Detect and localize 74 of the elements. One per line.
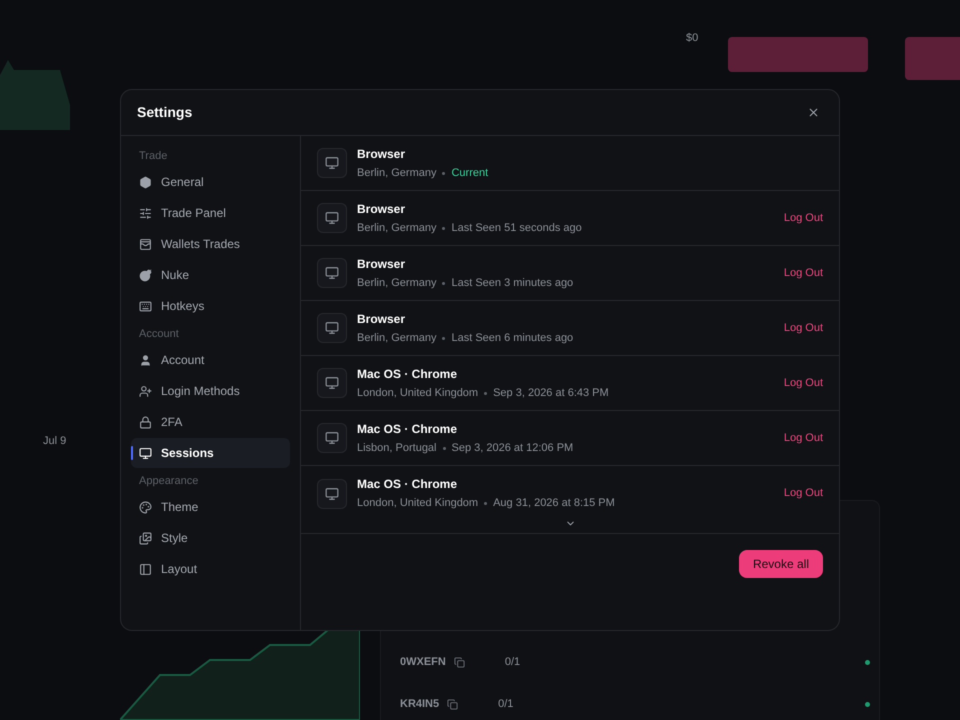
sidebar-item[interactable]: Sessions: [131, 438, 290, 468]
dialog-title: Settings: [137, 103, 192, 122]
session-status: Last Seen 6 minutes ago: [451, 330, 574, 346]
session-location: London, United Kingdom: [357, 496, 478, 512]
panel-icon: [139, 562, 152, 576]
sidebar-item[interactable]: Trade Panel: [131, 198, 290, 228]
sidebar-item[interactable]: Style: [131, 523, 290, 553]
sidebar-item[interactable]: Account: [131, 345, 290, 375]
monitor-icon: [317, 148, 347, 178]
session-name: Mac OS · Chrome: [357, 366, 458, 383]
copy-icon: [454, 656, 465, 668]
row-code: KR4IN5: [400, 697, 440, 712]
monitor-icon: [317, 313, 347, 343]
sliders-icon: [139, 206, 152, 220]
monitor-icon: [317, 203, 347, 233]
log-out-link[interactable]: Log Out: [784, 264, 823, 282]
session-status: Sep 3, 2026 at 12:06 PM: [452, 440, 574, 456]
sidebar-item[interactable]: 2FA: [131, 407, 290, 437]
session-status: Aug 31, 2026 at 8:15 PM: [493, 496, 615, 512]
session-location: Berlin, Germany: [357, 220, 436, 236]
monitor-icon: [139, 446, 152, 460]
log-out-link[interactable]: Log Out: [784, 374, 823, 392]
sidebar-item[interactable]: Theme: [131, 492, 290, 522]
session-status: Sep 3, 2026 at 6:43 PM: [493, 386, 609, 401]
area-chart-drawing: [0, 60, 70, 130]
session-status: Last Seen 51 seconds ago: [451, 220, 582, 236]
palette-icon: [139, 500, 152, 514]
axis-label: $0: [686, 31, 698, 46]
user-plus-icon: [139, 384, 152, 398]
bomb-icon: [139, 268, 152, 282]
session-name: Browser: [357, 256, 406, 273]
log-out-link[interactable]: Log Out: [784, 210, 823, 226]
session-name: Browser: [357, 310, 406, 328]
close-icon: [806, 106, 820, 119]
session-location: Berlin, Germany: [357, 166, 436, 181]
session-status: Current: [451, 166, 488, 181]
keyboard-icon: [139, 300, 152, 312]
sidebar-item[interactable]: Layout: [131, 554, 290, 584]
sidebar-item[interactable]: Nuke: [131, 260, 290, 290]
section-heading: Appearance: [138, 474, 200, 489]
copy-icon: [447, 698, 458, 710]
session-location: Lisbon, Portugal: [357, 440, 436, 456]
sidebar-item[interactable]: General: [131, 167, 290, 197]
chart-bar: [905, 37, 960, 80]
cards-icon: [139, 238, 152, 250]
session-location: Berlin, Germany: [357, 330, 436, 346]
axis-label: Jul 9: [43, 434, 66, 449]
session-status: Last Seen 3 minutes ago: [451, 276, 574, 291]
lock-icon: [139, 416, 152, 428]
section-heading: Account: [138, 326, 180, 342]
session-name: Mac OS · Chrome: [357, 420, 458, 438]
hexagon-icon: [139, 176, 152, 188]
session-location: London, United Kingdom: [357, 386, 478, 401]
row-count: 0/1: [504, 655, 520, 670]
monitor-icon: [317, 368, 347, 398]
log-out-link[interactable]: Log Out: [784, 485, 823, 502]
session-name: Browser: [357, 200, 406, 218]
sidebar-item[interactable]: Hotkeys: [131, 291, 290, 321]
row-count: 0/1: [498, 697, 514, 712]
monitor-icon: [317, 423, 347, 453]
revoke-all-button[interactable]: Revoke all: [738, 550, 823, 578]
session-name: Browser: [357, 146, 406, 163]
log-out-link[interactable]: Log Out: [784, 430, 823, 446]
session-name: Mac OS · Chrome: [357, 476, 458, 494]
user-icon: [139, 354, 152, 366]
row-code: 0WXEFN: [400, 655, 446, 670]
images-icon: [139, 532, 152, 544]
sidebar-item[interactable]: Wallets Trades: [131, 229, 290, 259]
sidebar-item[interactable]: Login Methods: [131, 376, 290, 406]
section-heading: Trade: [138, 148, 168, 164]
monitor-icon: [317, 258, 347, 288]
monitor-icon: [317, 478, 347, 508]
log-out-link[interactable]: Log Out: [784, 320, 823, 336]
session-location: Berlin, Germany: [357, 276, 436, 291]
